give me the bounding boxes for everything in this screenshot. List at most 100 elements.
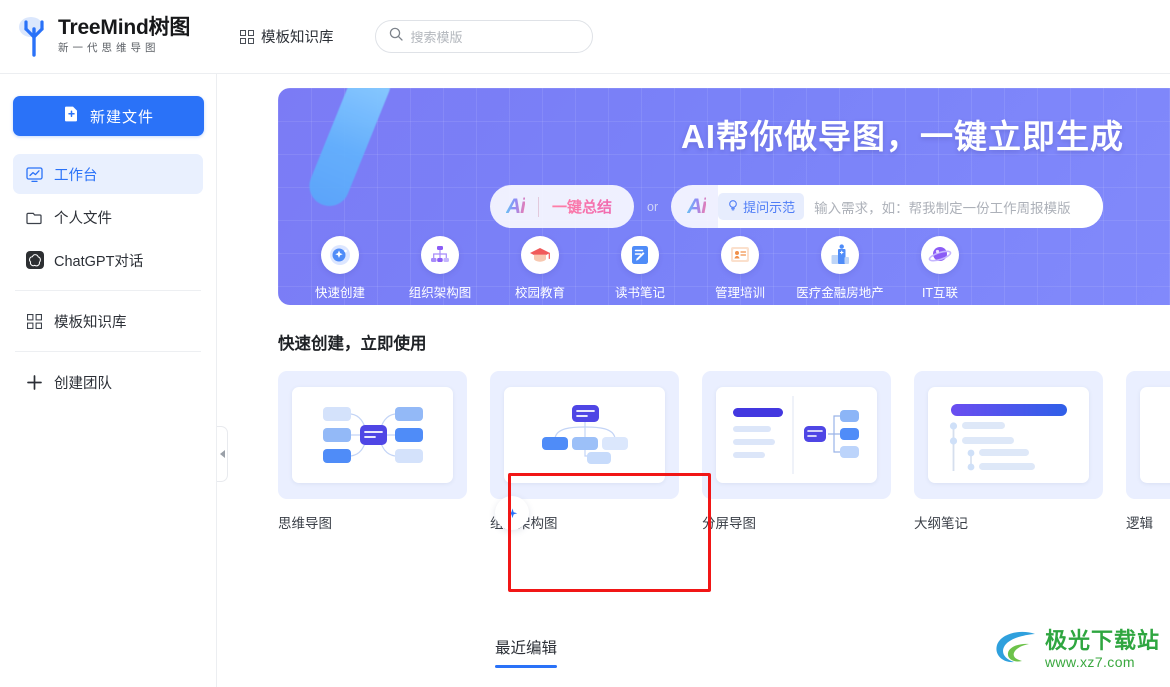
sidebar: 新建文件 工作台 个人文件 ChatGPT对话 模板知识库 创建团队 xyxy=(0,74,217,687)
lightbulb-icon xyxy=(727,199,739,214)
orgchart-thumb xyxy=(504,387,665,483)
sidebar-item-template-library[interactable]: 模板知识库 xyxy=(13,301,203,341)
workbench-icon xyxy=(25,165,44,184)
sidebar-item-label: 模板知识库 xyxy=(54,314,127,331)
watermark-text: 极光下载站 www.xz7.com xyxy=(1044,628,1160,670)
category-label: 快速创建 xyxy=(314,286,365,300)
watermark-url: www.xz7.com xyxy=(1044,654,1135,670)
main-content: AI帮你做导图，一键立即生成 Ai 一键总结 or Ai 提问示范 输入需求，如… xyxy=(217,74,1170,687)
banner-category-list: 快速创建 组织架构图 校园教育 读书笔记 管理培训 医疗金融房地产 IT互联 xyxy=(278,236,1170,301)
plus-icon xyxy=(25,373,44,392)
logo-subtitle: 新一代思维导图 xyxy=(58,42,160,54)
template-card-splitview[interactable]: 分屏导图 xyxy=(702,371,891,532)
outline-thumb xyxy=(928,387,1089,483)
sidebar-item-label: 工作台 xyxy=(54,167,98,184)
category-label: 组织架构图 xyxy=(408,286,472,300)
banner-controls: Ai 一键总结 or Ai 提问示范 输入需求，如：帮我制定一份工作周报模版 xyxy=(490,185,1104,228)
splitview-thumb xyxy=(716,387,877,483)
card-thumbnail xyxy=(914,371,1103,499)
card-nav-prev-button[interactable] xyxy=(495,496,529,530)
active-tab-underline xyxy=(495,665,558,668)
presentation-icon xyxy=(721,236,759,274)
card-thumbnail xyxy=(1126,371,1170,499)
sidebar-item-chatgpt[interactable]: ChatGPT对话 xyxy=(13,240,203,280)
org-chart-icon xyxy=(421,236,459,274)
sidebar-item-label: ChatGPT对话 xyxy=(54,253,144,270)
sidebar-item-personal-files[interactable]: 个人文件 xyxy=(13,197,203,237)
sparkle-circle-icon xyxy=(321,236,359,274)
card-label: 思维导图 xyxy=(278,516,332,531)
ai-banner: AI帮你做导图，一键立即生成 Ai 一键总结 or Ai 提问示范 输入需求，如… xyxy=(278,88,1170,305)
sidebar-divider-1 xyxy=(15,290,201,291)
notebook-pen-icon xyxy=(621,236,659,274)
card-label: 分屏导图 xyxy=(702,516,756,531)
banner-title: AI帮你做导图，一键立即生成 xyxy=(681,118,1124,155)
category-label: 校园教育 xyxy=(514,286,565,300)
ai-ask-input[interactable]: Ai 提问示范 输入需求，如：帮我制定一份工作周报模版 xyxy=(671,185,1104,228)
grid-icon xyxy=(240,29,254,44)
nav-template-library-label: 模板知识库 xyxy=(261,30,334,46)
mindmap-thumb xyxy=(292,387,453,483)
divider xyxy=(538,196,539,217)
watermark: 极光下载站 www.xz7.com xyxy=(993,626,1160,673)
category-label: 医疗金融房地产 xyxy=(796,286,884,300)
sparkle-icon xyxy=(507,508,517,518)
watermark-logo-icon xyxy=(993,626,1039,673)
template-card-mindmap[interactable]: 思维导图 xyxy=(278,371,467,532)
recent-edits-label: 最近编辑 xyxy=(495,640,558,657)
ai-badge-icon: Ai xyxy=(506,194,526,218)
sidebar-item-label: 个人文件 xyxy=(54,210,112,227)
building-icon xyxy=(821,236,859,274)
card-label: 逻辑 xyxy=(1126,516,1153,531)
new-file-icon xyxy=(63,105,80,127)
grid-icon xyxy=(25,312,44,331)
or-separator-label: or xyxy=(647,199,659,214)
sidebar-collapse-handle[interactable] xyxy=(217,426,228,482)
app-root: TreeMind树图 新一代思维导图 模板知识库 搜索模版 新建文件 工作台 个… xyxy=(0,0,1170,687)
recent-edits-tab[interactable]: 最近编辑 xyxy=(495,636,558,668)
category-label: 管理培训 xyxy=(714,286,765,300)
quick-create-title: 快速创建，立即使用 xyxy=(278,335,427,353)
app-logo[interactable]: TreeMind树图 新一代思维导图 xyxy=(0,0,217,74)
logic-thumb xyxy=(1140,387,1170,483)
sidebar-nav: 工作台 个人文件 ChatGPT对话 模板知识库 创建团队 xyxy=(13,154,203,402)
folder-icon xyxy=(25,208,44,227)
logo-text: TreeMind树图 新一代思维导图 xyxy=(58,17,190,56)
ask-input-inner[interactable]: 提问示范 输入需求，如：帮我制定一份工作周报模版 xyxy=(718,185,1104,228)
planet-icon xyxy=(921,236,959,274)
card-label: 大纲笔记 xyxy=(914,516,968,531)
sidebar-item-create-team[interactable]: 创建团队 xyxy=(13,362,203,402)
new-file-button[interactable]: 新建文件 xyxy=(13,96,204,136)
new-file-label: 新建文件 xyxy=(89,108,154,126)
category-label: 读书笔记 xyxy=(614,286,665,300)
sidebar-item-workbench[interactable]: 工作台 xyxy=(13,154,203,194)
category-label: IT互联 xyxy=(921,286,959,300)
sidebar-item-label: 创建团队 xyxy=(54,375,112,392)
ask-input-placeholder: 输入需求，如：帮我制定一份工作周报模版 xyxy=(814,200,1071,216)
category-management-training[interactable]: 管理培训 xyxy=(690,236,790,301)
watermark-title: 极光下载站 xyxy=(1044,628,1160,653)
nav-template-library[interactable]: 模板知识库 xyxy=(240,26,334,47)
search-input[interactable]: 搜索模版 xyxy=(374,20,593,53)
template-card-logic[interactable]: 逻辑 xyxy=(1126,371,1170,532)
ask-example-label: 提问示范 xyxy=(743,200,796,215)
category-org-chart[interactable]: 组织架构图 xyxy=(390,236,490,301)
top-header: TreeMind树图 新一代思维导图 模板知识库 搜索模版 xyxy=(0,0,1170,74)
category-campus-education[interactable]: 校园教育 xyxy=(490,236,590,301)
search-placeholder: 搜索模版 xyxy=(410,30,463,45)
category-quick-create[interactable]: 快速创建 xyxy=(290,236,390,301)
ai-summary-button[interactable]: Ai 一键总结 xyxy=(490,185,635,228)
card-thumbnail xyxy=(278,371,467,499)
ask-example-chip[interactable]: 提问示范 xyxy=(718,193,805,220)
card-thumbnail xyxy=(702,371,891,499)
category-medical-finance-realestate[interactable]: 医疗金融房地产 xyxy=(790,236,890,301)
category-reading-notes[interactable]: 读书笔记 xyxy=(590,236,690,301)
ai-summary-label: 一键总结 xyxy=(552,196,612,217)
ai-badge-icon: Ai xyxy=(687,194,707,218)
quick-create-card-list: 思维导图 分屏导图 大纲笔记 逻辑 xyxy=(278,371,1170,532)
sidebar-divider-2 xyxy=(15,351,201,352)
template-card-outline[interactable]: 大纲笔记 xyxy=(914,371,1103,532)
logo-title: TreeMind树图 xyxy=(58,16,191,39)
card-thumbnail xyxy=(490,371,679,499)
category-it-internet[interactable]: IT互联 xyxy=(890,236,990,301)
